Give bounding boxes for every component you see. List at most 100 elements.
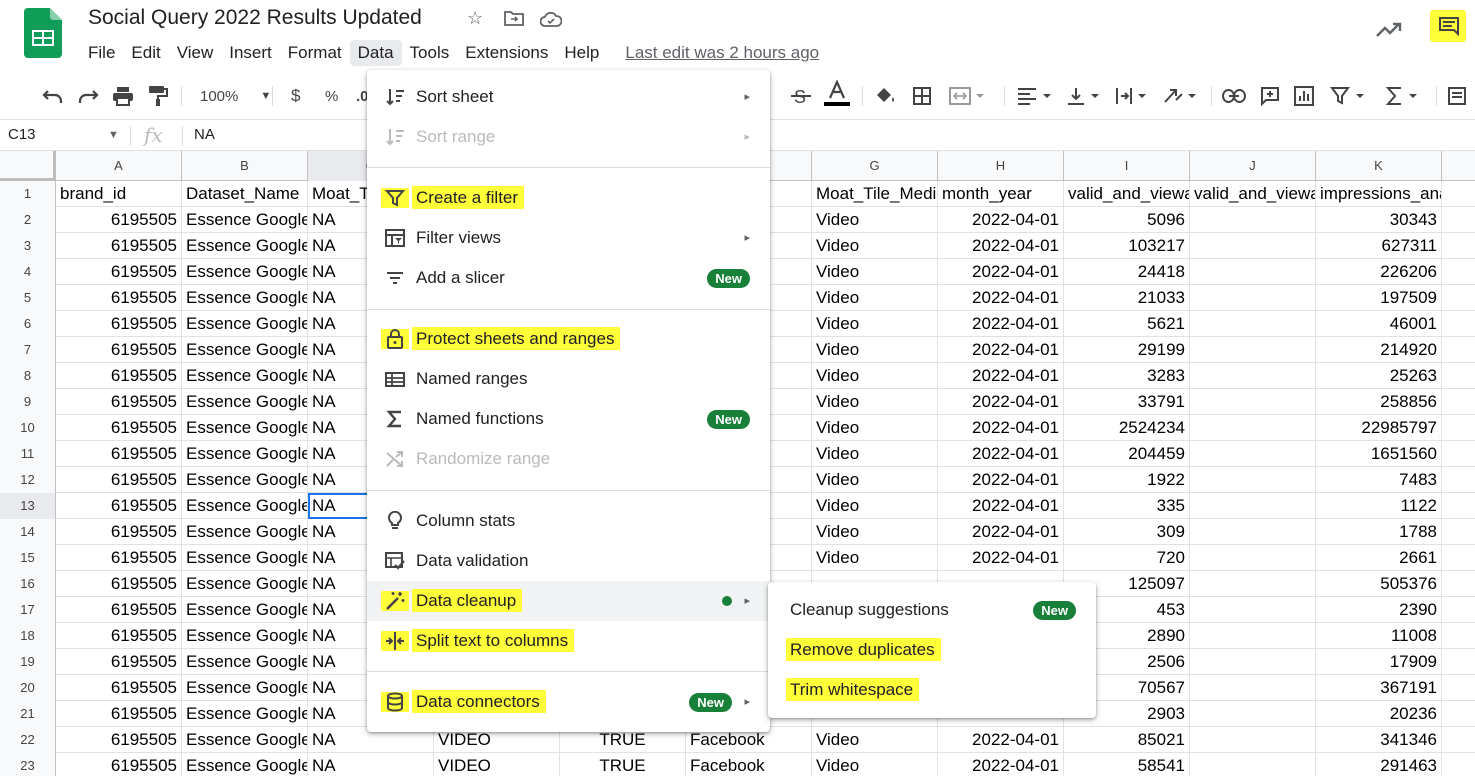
- cell-j[interactable]: [1190, 597, 1316, 623]
- cell-c[interactable]: NA: [308, 753, 434, 776]
- cell-h[interactable]: 2022-04-01: [938, 415, 1064, 441]
- row-number[interactable]: 7: [0, 337, 56, 363]
- cell-j[interactable]: [1190, 753, 1316, 776]
- zoom-select[interactable]: 100% ▼: [200, 84, 271, 108]
- cell-k[interactable]: 627311: [1316, 233, 1442, 259]
- trend-icon[interactable]: [1374, 18, 1404, 42]
- text-color-icon[interactable]: [824, 80, 850, 106]
- cell-j[interactable]: [1190, 207, 1316, 233]
- merge-cells-icon[interactable]: [948, 84, 988, 108]
- cell-a[interactable]: 6195505: [56, 753, 182, 776]
- row-number[interactable]: 11: [0, 441, 56, 467]
- chevron-down-icon[interactable]: ▼: [108, 129, 119, 141]
- currency-format-button[interactable]: $: [291, 84, 300, 108]
- cell-h[interactable]: 2022-04-01: [938, 311, 1064, 337]
- horizontal-align-icon[interactable]: [1016, 84, 1056, 108]
- cell-k[interactable]: 258856: [1316, 389, 1442, 415]
- cell-g[interactable]: Video: [812, 545, 938, 571]
- cell-k[interactable]: 20236: [1316, 701, 1442, 727]
- cell-a[interactable]: 6195505: [56, 649, 182, 675]
- cell-k[interactable]: 46001: [1316, 311, 1442, 337]
- cell-h[interactable]: 2022-04-01: [938, 363, 1064, 389]
- submenu-item-remove-duplicates[interactable]: Remove duplicates: [768, 630, 1096, 670]
- cell-b[interactable]: Essence Google: [182, 493, 308, 519]
- menu-item-filter-views[interactable]: Filter views ▸: [367, 218, 770, 258]
- cell-k[interactable]: 226206: [1316, 259, 1442, 285]
- row-number[interactable]: 15: [0, 545, 56, 571]
- cell-k[interactable]: 1122: [1316, 493, 1442, 519]
- cell-g[interactable]: Video: [812, 467, 938, 493]
- menu-item-sort-sheet[interactable]: Sort sheet ▸: [367, 77, 770, 117]
- cell-i[interactable]: 103217: [1064, 233, 1190, 259]
- cell-j[interactable]: [1190, 467, 1316, 493]
- cell-i[interactable]: 2524234: [1064, 415, 1190, 441]
- cell-b[interactable]: Essence Google: [182, 675, 308, 701]
- cell-j[interactable]: [1190, 701, 1316, 727]
- insert-chart-icon[interactable]: [1294, 84, 1314, 108]
- fill-color-icon[interactable]: [874, 84, 896, 108]
- cell-a[interactable]: 6195505: [56, 675, 182, 701]
- cell-a[interactable]: 6195505: [56, 285, 182, 311]
- text-rotation-icon[interactable]: [1162, 84, 1202, 108]
- cell-j[interactable]: [1190, 649, 1316, 675]
- row-number[interactable]: 18: [0, 623, 56, 649]
- cell-j[interactable]: [1190, 571, 1316, 597]
- cell-k[interactable]: impressions_analyz: [1316, 181, 1442, 207]
- cell-k[interactable]: 2661: [1316, 545, 1442, 571]
- cell-h[interactable]: 2022-04-01: [938, 389, 1064, 415]
- cell-g[interactable]: Video: [812, 519, 938, 545]
- menu-item-split-text-to-columns[interactable]: Split text to columns: [367, 621, 770, 661]
- cell-b[interactable]: Essence Google: [182, 207, 308, 233]
- cell-g[interactable]: Moat_Tile_Media: [812, 181, 938, 207]
- print-icon[interactable]: [112, 84, 134, 108]
- cell-j[interactable]: [1190, 493, 1316, 519]
- column-header-a[interactable]: A: [56, 151, 182, 181]
- submenu-item-cleanup-suggestions[interactable]: Cleanup suggestions New: [768, 590, 1096, 630]
- cell-j[interactable]: [1190, 675, 1316, 701]
- vertical-align-icon[interactable]: [1066, 84, 1106, 108]
- cell-b[interactable]: Essence Google: [182, 259, 308, 285]
- cell-a[interactable]: 6195505: [56, 363, 182, 389]
- cell-j[interactable]: [1190, 415, 1316, 441]
- undo-icon[interactable]: [42, 84, 64, 108]
- cell-k[interactable]: 17909: [1316, 649, 1442, 675]
- cell-g[interactable]: Video: [812, 233, 938, 259]
- row-number[interactable]: 3: [0, 233, 56, 259]
- cell-k[interactable]: 367191: [1316, 675, 1442, 701]
- row-number[interactable]: 17: [0, 597, 56, 623]
- cell-k[interactable]: 1651560: [1316, 441, 1442, 467]
- menu-view[interactable]: View: [169, 40, 222, 66]
- column-header-g[interactable]: G: [812, 151, 938, 181]
- cell-a[interactable]: 6195505: [56, 545, 182, 571]
- cell-a[interactable]: 6195505: [56, 337, 182, 363]
- row-number[interactable]: 4: [0, 259, 56, 285]
- cell-a[interactable]: 6195505: [56, 311, 182, 337]
- menu-data[interactable]: Data: [349, 40, 402, 66]
- functions-icon[interactable]: [1385, 84, 1425, 108]
- cell-i[interactable]: 335: [1064, 493, 1190, 519]
- cell-h[interactable]: 2022-04-01: [938, 519, 1064, 545]
- cell-a[interactable]: 6195505: [56, 519, 182, 545]
- submenu-item-trim-whitespace[interactable]: Trim whitespace: [768, 670, 1096, 710]
- row-number[interactable]: 22: [0, 727, 56, 753]
- row-number[interactable]: 21: [0, 701, 56, 727]
- cell-h[interactable]: 2022-04-01: [938, 493, 1064, 519]
- menu-file[interactable]: File: [80, 40, 123, 66]
- cell-j[interactable]: [1190, 519, 1316, 545]
- cell-h[interactable]: 2022-04-01: [938, 337, 1064, 363]
- cell-h[interactable]: 2022-04-01: [938, 727, 1064, 753]
- cell-g[interactable]: Video: [812, 207, 938, 233]
- select-all-corner[interactable]: [0, 151, 56, 181]
- cell-a[interactable]: 6195505: [56, 727, 182, 753]
- borders-icon[interactable]: [912, 84, 932, 108]
- cell-i[interactable]: 1922: [1064, 467, 1190, 493]
- cell-a[interactable]: 6195505: [56, 207, 182, 233]
- cell-h[interactable]: 2022-04-01: [938, 545, 1064, 571]
- comment-history-icon[interactable]: [1430, 10, 1466, 42]
- row-number[interactable]: 12: [0, 467, 56, 493]
- cell-g[interactable]: Video: [812, 389, 938, 415]
- cell-b[interactable]: Essence Google: [182, 285, 308, 311]
- cloud-status-icon[interactable]: [539, 11, 563, 32]
- cell-k[interactable]: 291463: [1316, 753, 1442, 776]
- menu-item-protect-sheets-and-ranges[interactable]: Protect sheets and ranges: [367, 319, 770, 359]
